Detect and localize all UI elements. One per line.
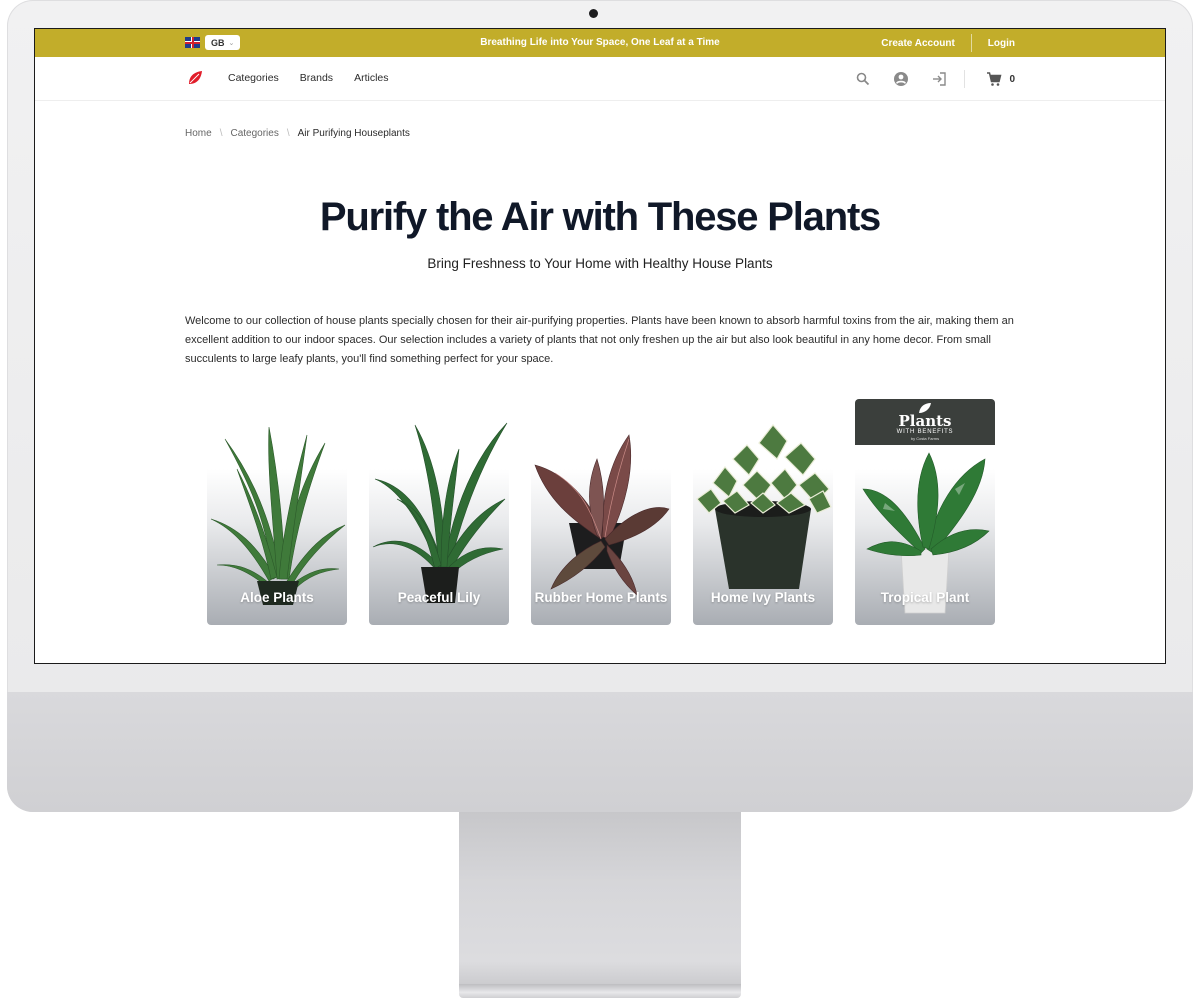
breadcrumb-separator: \ xyxy=(219,128,223,139)
brand-tagline: WITH BENEFITS xyxy=(896,429,954,435)
nav-links: Categories Brands Articles xyxy=(228,72,389,84)
main-navigation: Categories Brands Articles 0 xyxy=(35,57,1165,101)
category-card-aloe[interactable]: Aloe Plants xyxy=(207,399,347,625)
brand-name: Plants xyxy=(898,412,952,430)
category-card-ivy[interactable]: Home Ivy Plants xyxy=(693,399,833,625)
category-card-peaceful-lily[interactable]: Peaceful Lily xyxy=(369,399,509,625)
nav-brands[interactable]: Brands xyxy=(300,72,333,84)
divider xyxy=(964,70,966,88)
brand-logo-banner: Plants WITH BENEFITS by Costa Farms xyxy=(855,399,995,445)
nav-categories[interactable]: Categories xyxy=(228,72,279,84)
card-label: Peaceful Lily xyxy=(397,590,481,605)
nav-articles[interactable]: Articles xyxy=(354,72,388,84)
category-cards: Aloe Plants Peaceful Lily Rubber Home Pl… xyxy=(207,399,995,625)
breadcrumb-categories[interactable]: Categories xyxy=(230,128,278,139)
user-account-icon[interactable] xyxy=(892,70,910,88)
leaf-icon xyxy=(919,403,931,413)
intro-paragraph: Welcome to our collection of house plant… xyxy=(185,315,1014,365)
monitor-stand xyxy=(459,812,741,988)
create-account-link[interactable]: Create Account xyxy=(865,38,971,49)
monitor-chin xyxy=(7,692,1193,812)
monitor-stand-foot xyxy=(459,984,741,998)
category-card-tropical[interactable]: Plants WITH BENEFITS by Costa Farms Trop… xyxy=(855,399,995,625)
cart-icon[interactable] xyxy=(985,70,1003,88)
main-content: Home \ Categories \ Air Purifying Housep… xyxy=(35,128,1165,369)
card-label: Home Ivy Plants xyxy=(710,590,816,605)
brand-byline: by Costa Farms xyxy=(910,436,940,441)
card-label: Rubber Home Plants xyxy=(534,590,668,605)
account-links: Create Account Login xyxy=(865,29,1015,57)
page-title: Purify the Air with These Plants xyxy=(319,195,881,239)
camera-icon xyxy=(589,9,598,18)
category-card-rubber[interactable]: Rubber Home Plants xyxy=(531,399,671,625)
nav-icons: 0 xyxy=(834,67,1015,91)
cart-count: 0 xyxy=(1009,73,1015,85)
breadcrumb-separator: \ xyxy=(286,128,290,139)
breadcrumb: Home \ Categories \ Air Purifying Housep… xyxy=(185,128,1015,139)
breadcrumb-home[interactable]: Home xyxy=(185,128,212,139)
login-link[interactable]: Login xyxy=(972,38,1015,49)
screen: GB ⌄ Breathing Life into Your Space, One… xyxy=(34,28,1166,664)
login-icon[interactable] xyxy=(930,70,948,88)
announcement-bar: GB ⌄ Breathing Life into Your Space, One… xyxy=(35,29,1165,57)
search-icon[interactable] xyxy=(854,70,872,88)
card-label: Tropical Plant xyxy=(880,590,970,605)
card-label: Aloe Plants xyxy=(240,590,314,605)
leaf-logo-icon[interactable] xyxy=(187,70,203,86)
breadcrumb-current: Air Purifying Houseplants xyxy=(297,128,410,139)
page-subtitle: Bring Freshness to Your Home with Health… xyxy=(427,256,773,271)
